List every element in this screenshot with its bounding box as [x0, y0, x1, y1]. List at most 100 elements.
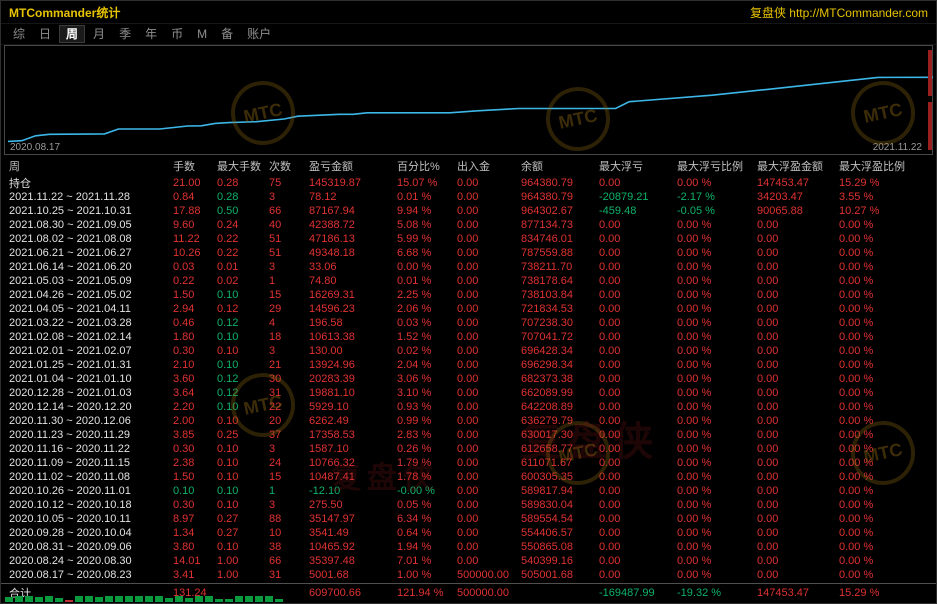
table-row[interactable]: 2020.11.16 ~ 2020.11.220.300.1031587.100… — [1, 442, 936, 456]
table-row[interactable]: 2020.11.23 ~ 2020.11.293.850.253717358.5… — [1, 428, 936, 442]
cell: 31 — [269, 387, 309, 399]
table-row[interactable]: 2021.04.05 ~ 2021.04.112.940.122914596.2… — [1, 302, 936, 316]
cell: 1.94 % — [397, 541, 457, 553]
table-row[interactable]: 2021.11.22 ~ 2021.11.280.840.28378.120.0… — [1, 190, 936, 204]
cell: 0.10 — [217, 443, 269, 455]
menu-item-6[interactable]: 年 — [139, 26, 163, 42]
equity-chart: 2020.08.17 2021.11.22 — [4, 45, 933, 155]
menu-item-4[interactable]: 月 — [87, 26, 111, 42]
cell: 877134.73 — [521, 219, 599, 231]
table-row[interactable]: 2020.08.24 ~ 2020.08.3014.011.006635397.… — [1, 554, 936, 568]
cell: 0.00 — [599, 569, 677, 581]
cell: 682373.38 — [521, 373, 599, 385]
cell: 0.00 % — [677, 359, 757, 371]
cell: 0.12 — [217, 373, 269, 385]
cell: 0.10 — [217, 485, 269, 497]
cell: 0.00 — [457, 457, 521, 469]
cell: 2020.12.14 ~ 2020.12.20 — [9, 401, 173, 413]
table-row[interactable]: 2020.11.02 ~ 2020.11.081.500.101510487.4… — [1, 470, 936, 484]
cell: 0.00 — [599, 415, 677, 427]
cell: 0.00 — [757, 555, 839, 567]
table-row[interactable]: 2021.02.01 ~ 2021.02.070.300.103130.000.… — [1, 344, 936, 358]
cell: 0.00 % — [677, 541, 757, 553]
cell: 0.00 — [599, 457, 677, 469]
menu-item-1[interactable]: 综 — [7, 26, 31, 42]
menu-item-7[interactable]: 币 — [165, 26, 189, 42]
cell: 0.00 % — [677, 247, 757, 259]
table-row[interactable]: 2020.08.31 ~ 2020.09.063.800.103810465.9… — [1, 540, 936, 554]
weekly-bar — [215, 599, 223, 602]
cell: 3.64 — [173, 387, 217, 399]
cell: 196.58 — [309, 317, 397, 329]
cell: 0.00 — [757, 443, 839, 455]
cell: 4 — [269, 317, 309, 329]
cell: 0.00 % — [677, 317, 757, 329]
table-row[interactable]: 2021.01.25 ~ 2021.01.312.100.102113924.9… — [1, 358, 936, 372]
table-row[interactable]: 2021.02.08 ~ 2021.02.141.800.101810613.3… — [1, 330, 936, 344]
cell: 0.22 — [217, 247, 269, 259]
cell: 持仓 — [9, 175, 173, 191]
cell: 0.00 % — [839, 499, 936, 511]
cell: 0.00 — [599, 485, 677, 497]
table-row[interactable]: 2021.01.04 ~ 2021.01.103.600.123020283.3… — [1, 372, 936, 386]
cell: 2020.08.17 ~ 2020.08.23 — [9, 569, 173, 581]
table-row[interactable]: 2021.04.26 ~ 2021.05.021.500.101516269.3… — [1, 288, 936, 302]
cell: 0.00 — [457, 359, 521, 371]
weekly-bar — [145, 596, 153, 602]
cell: 0.00 % — [839, 415, 936, 427]
column-header: 最大浮盈比例 — [839, 158, 936, 174]
table-row[interactable]: 持仓21.000.2875145319.8715.07 %0.00964380.… — [1, 176, 936, 190]
cell: 0.00 — [457, 233, 521, 245]
table-row[interactable]: 2020.09.28 ~ 2020.10.041.340.27103541.49… — [1, 526, 936, 540]
cell: 0.00 — [757, 233, 839, 245]
menu-item-10[interactable]: 账户 — [241, 26, 277, 42]
table-row[interactable]: 2020.11.30 ~ 2020.12.062.000.10206262.49… — [1, 414, 936, 428]
cell: 0.03 % — [397, 317, 457, 329]
cell: 0.00 — [457, 387, 521, 399]
table-row[interactable]: 2020.10.05 ~ 2020.10.118.970.278835147.9… — [1, 512, 936, 526]
cell: 1587.10 — [309, 443, 397, 455]
cell: 0.00 — [757, 387, 839, 399]
cell: 3.06 % — [397, 373, 457, 385]
menu-item-9[interactable]: 备 — [215, 26, 239, 42]
cell: 145319.87 — [309, 177, 397, 189]
table-row[interactable]: 2021.05.03 ~ 2021.05.090.220.02174.800.0… — [1, 274, 936, 288]
cell: 2.25 % — [397, 289, 457, 301]
cell: 10 — [269, 527, 309, 539]
cell: 1.79 % — [397, 457, 457, 469]
cell: 1.50 — [173, 289, 217, 301]
table-row[interactable]: 2021.10.25 ~ 2021.10.3117.880.506687167.… — [1, 204, 936, 218]
table-row[interactable]: 2020.10.26 ~ 2020.11.010.100.101-12.10-0… — [1, 484, 936, 498]
menu-item-2[interactable]: 日 — [33, 26, 57, 42]
weekly-bar — [115, 596, 123, 602]
table-row[interactable]: 2021.06.21 ~ 2021.06.2710.260.225149348.… — [1, 246, 936, 260]
table-row[interactable]: 2021.08.02 ~ 2021.08.0811.220.225147186.… — [1, 232, 936, 246]
cell: 2020.12.28 ~ 2021.01.03 — [9, 387, 173, 399]
cell: 0.00 % — [839, 247, 936, 259]
table-row[interactable]: 2020.08.17 ~ 2020.08.233.411.00315001.68… — [1, 568, 936, 582]
cell: 0.00 — [757, 303, 839, 315]
table-row[interactable]: 2020.10.12 ~ 2020.10.180.300.103275.500.… — [1, 498, 936, 512]
table-row[interactable]: 2020.12.14 ~ 2020.12.202.200.10225929.10… — [1, 400, 936, 414]
cell: 540399.16 — [521, 555, 599, 567]
menu-item-8[interactable]: M — [191, 26, 213, 42]
table-row[interactable]: 2021.03.22 ~ 2021.03.280.460.124196.580.… — [1, 316, 936, 330]
weekly-bar — [165, 598, 173, 602]
table-row[interactable]: 2021.08.30 ~ 2021.09.059.600.244042388.7… — [1, 218, 936, 232]
table-row[interactable]: 2020.12.28 ~ 2021.01.033.640.123119881.1… — [1, 386, 936, 400]
table-row[interactable]: 2020.11.09 ~ 2020.11.152.380.102410766.3… — [1, 456, 936, 470]
cell: 0.00 % — [397, 261, 457, 273]
cell: 0.22 — [173, 275, 217, 287]
cell: 31 — [269, 569, 309, 581]
menu-item-5[interactable]: 季 — [113, 26, 137, 42]
cell: 2020.08.24 ~ 2020.08.30 — [9, 555, 173, 567]
menu-item-3[interactable]: 周 — [59, 25, 85, 43]
titlebar-link[interactable]: 复盘侠 http://MTCommander.com — [750, 4, 928, 21]
cell: 0.27 — [217, 513, 269, 525]
table-row[interactable]: 2021.06.14 ~ 2021.06.200.030.01333.060.0… — [1, 260, 936, 274]
cell: 10487.41 — [309, 471, 397, 483]
equity-chart-svg — [7, 48, 934, 152]
cell: 738211.70 — [521, 261, 599, 273]
cell: 21.00 — [173, 177, 217, 189]
cell: 6262.49 — [309, 415, 397, 427]
